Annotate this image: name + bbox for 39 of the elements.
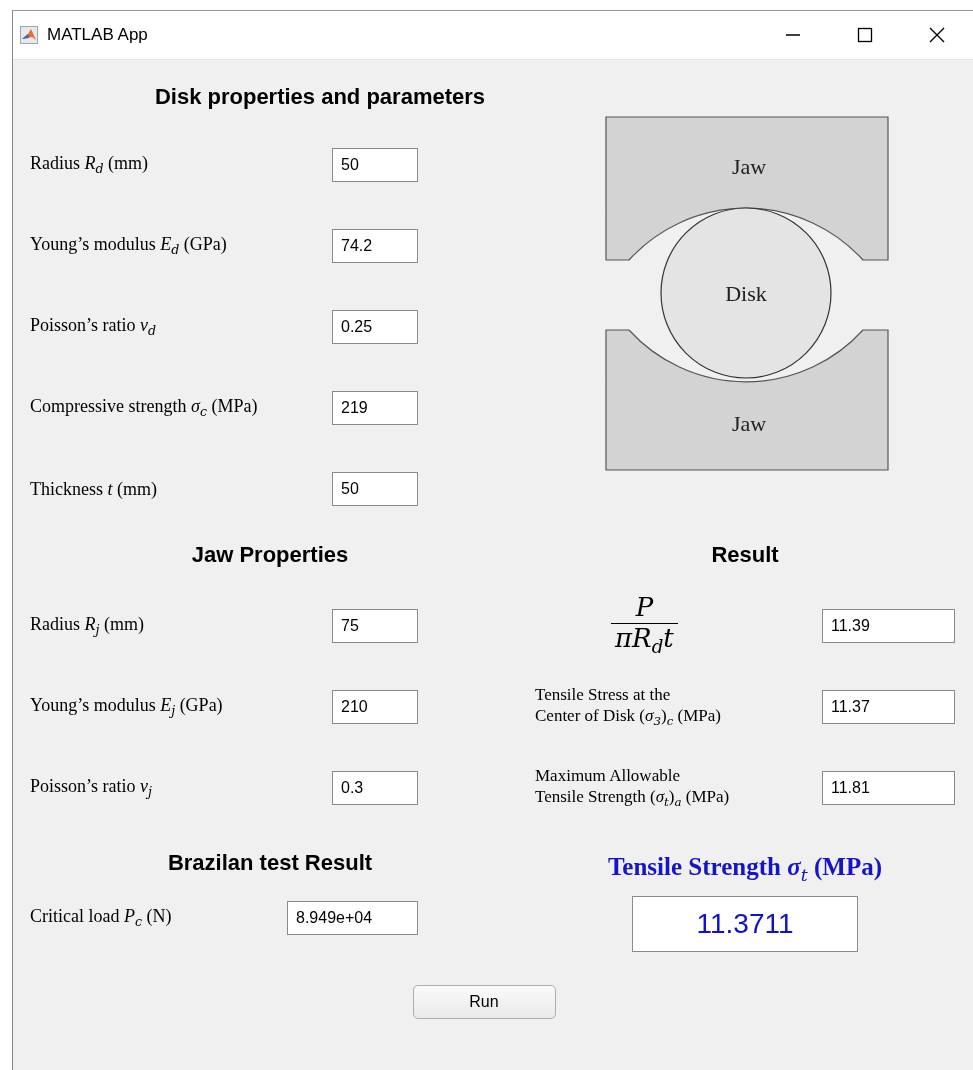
section-heading: Jaw Properties: [191, 542, 349, 568]
input-field[interactable]: 74.2: [332, 229, 418, 263]
field-label: Compressive strength σ$_{c}$ (MPa): [30, 395, 259, 421]
field-label: Young’s modulus E$_{j}$ (GPa): [30, 693, 224, 720]
jaw-label: Jaw: [731, 411, 767, 436]
input-field[interactable]: 50: [332, 148, 418, 182]
field-label: Maximum Allowable Tensile Strength (σ$_{t}$)$_{a}$ (MPa): [535, 764, 731, 811]
input-field[interactable]: 0.25: [332, 310, 418, 344]
section-heading: Disk properties and parameters: [154, 84, 486, 110]
section-heading: Brazilan test Result: [167, 850, 373, 876]
close-icon: [929, 27, 945, 43]
formula-label: P πR$_{d}$t: [535, 592, 822, 659]
field-label: Young’s modulus E$_{d}$ (GPa): [30, 233, 228, 259]
field-label: Poisson’s ratio ν$_{d}$: [30, 314, 158, 340]
input-field[interactable]: 11.37: [822, 689, 955, 724]
run-button[interactable]: Run: [412, 985, 556, 1019]
field-label: Critical load P$_{c}$ (N): [30, 905, 173, 931]
input-field[interactable]: 11.81: [822, 770, 955, 805]
input-field[interactable]: 210: [332, 689, 418, 724]
section-heading: Tensile Strength σ$_{t}$ (MPa): [608, 852, 882, 886]
window-title: MATLAB App: [47, 25, 149, 45]
field-label: Radius R$_{d}$ (mm): [30, 152, 150, 178]
field-label: Tensile Stress at the Center of Disk (σ$_{3}$)$_{c}$ (MPa): [535, 683, 723, 730]
field-label: Thickness t (mm): [30, 477, 158, 501]
input-field[interactable]: 75: [332, 608, 418, 643]
input-field[interactable]: 0.3: [332, 770, 418, 805]
field-label: Poisson’s ratio ν$_{j}$: [30, 774, 153, 801]
app-icon: [20, 26, 38, 44]
input-field[interactable]: 11.39: [822, 608, 955, 643]
input-field[interactable]: 50: [332, 472, 418, 506]
disk-label: Disk: [725, 281, 767, 306]
jaw-label: Jaw: [731, 154, 767, 179]
section-heading: Result: [711, 542, 779, 568]
input-field[interactable]: 8.949e+04: [287, 901, 418, 935]
field-label: Radius R$_{j}$ (mm): [30, 612, 145, 639]
maximize-icon: [857, 27, 873, 43]
input-field[interactable]: 219: [332, 391, 418, 425]
minimize-icon: [785, 34, 801, 36]
output-field: 11.3711: [632, 896, 858, 952]
